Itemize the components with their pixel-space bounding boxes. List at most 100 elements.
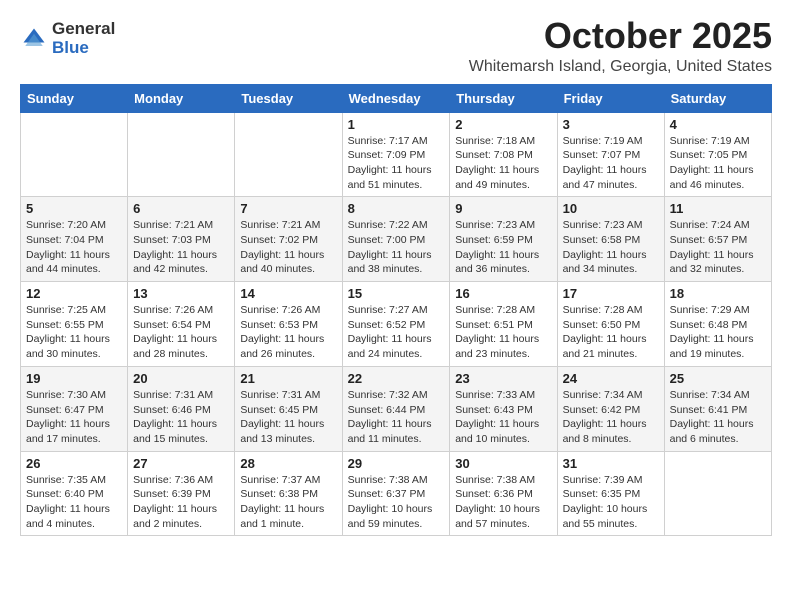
day-number: 26 <box>26 456 122 471</box>
table-row: 21 Sunrise: 7:31 AM Sunset: 6:45 PM Dayli… <box>235 366 342 451</box>
calendar-week-row: 12 Sunrise: 7:25 AM Sunset: 6:55 PM Dayli… <box>21 282 772 367</box>
header: General Blue October 2025 Whitemarsh Isl… <box>20 16 772 76</box>
table-row: 7 Sunrise: 7:21 AM Sunset: 7:02 PM Daylig… <box>235 197 342 282</box>
day-info: Sunrise: 7:37 AM Sunset: 6:38 PM Dayligh… <box>240 473 336 532</box>
logo-icon <box>20 25 48 53</box>
day-number: 25 <box>670 371 766 386</box>
day-info: Sunrise: 7:30 AM Sunset: 6:47 PM Dayligh… <box>26 388 122 447</box>
location-subtitle: Whitemarsh Island, Georgia, United State… <box>469 58 772 76</box>
day-info: Sunrise: 7:31 AM Sunset: 6:45 PM Dayligh… <box>240 388 336 447</box>
page-container: General Blue October 2025 Whitemarsh Isl… <box>0 0 792 546</box>
table-row: 16Sunrise: 7:28 AM Sunset: 6:51 PM Dayli… <box>450 282 557 367</box>
table-row: 3 Sunrise: 7:19 AM Sunset: 7:07 PM Daylig… <box>557 112 664 197</box>
day-info: Sunrise: 7:24 AM Sunset: 6:57 PM Dayligh… <box>670 218 766 277</box>
table-row: 20 Sunrise: 7:31 AM Sunset: 6:46 PM Dayli… <box>128 366 235 451</box>
day-number: 17 <box>563 286 659 301</box>
day-info: Sunrise: 7:25 AM Sunset: 6:55 PM Dayligh… <box>26 303 122 362</box>
day-number: 30 <box>455 456 551 471</box>
day-number: 18 <box>670 286 766 301</box>
day-number: 7 <box>240 201 336 216</box>
table-row: 18 Sunrise: 7:29 AM Sunset: 6:48 PM Dayli… <box>664 282 771 367</box>
header-friday: Friday <box>557 84 664 112</box>
table-row <box>664 451 771 536</box>
day-info: Sunrise: 7:32 AM Sunset: 6:44 PM Dayligh… <box>348 388 445 447</box>
table-row: 24 Sunrise: 7:34 AM Sunset: 6:42 PM Dayli… <box>557 366 664 451</box>
table-row: 5Sunrise: 7:20 AM Sunset: 7:04 PM Daylig… <box>21 197 128 282</box>
day-number: 15 <box>348 286 445 301</box>
calendar-week-row: 26 Sunrise: 7:35 AM Sunset: 6:40 PM Dayli… <box>21 451 772 536</box>
day-number: 12 <box>26 286 122 301</box>
month-title: October 2025 <box>469 16 772 56</box>
table-row <box>21 112 128 197</box>
day-info: Sunrise: 7:18 AM Sunset: 7:08 PM Dayligh… <box>455 134 551 193</box>
table-row: 22Sunrise: 7:32 AM Sunset: 6:44 PM Dayli… <box>342 366 450 451</box>
table-row: 6 Sunrise: 7:21 AM Sunset: 7:03 PM Daylig… <box>128 197 235 282</box>
logo: General Blue <box>20 20 115 57</box>
day-info: Sunrise: 7:22 AM Sunset: 7:00 PM Dayligh… <box>348 218 445 277</box>
logo-text: General Blue <box>52 20 115 57</box>
day-info: Sunrise: 7:35 AM Sunset: 6:40 PM Dayligh… <box>26 473 122 532</box>
day-number: 24 <box>563 371 659 386</box>
day-info: Sunrise: 7:34 AM Sunset: 6:42 PM Dayligh… <box>563 388 659 447</box>
day-number: 31 <box>563 456 659 471</box>
day-number: 16 <box>455 286 551 301</box>
table-row: 26 Sunrise: 7:35 AM Sunset: 6:40 PM Dayli… <box>21 451 128 536</box>
day-number: 6 <box>133 201 229 216</box>
table-row: 29 Sunrise: 7:38 AM Sunset: 6:37 PM Dayli… <box>342 451 450 536</box>
day-info: Sunrise: 7:19 AM Sunset: 7:07 PM Dayligh… <box>563 134 659 193</box>
title-block: October 2025 Whitemarsh Island, Georgia,… <box>469 16 772 76</box>
header-wednesday: Wednesday <box>342 84 450 112</box>
table-row: 2 Sunrise: 7:18 AM Sunset: 7:08 PM Daylig… <box>450 112 557 197</box>
day-info: Sunrise: 7:38 AM Sunset: 6:37 PM Dayligh… <box>348 473 445 532</box>
header-saturday: Saturday <box>664 84 771 112</box>
day-info: Sunrise: 7:38 AM Sunset: 6:36 PM Dayligh… <box>455 473 551 532</box>
day-info: Sunrise: 7:26 AM Sunset: 6:54 PM Dayligh… <box>133 303 229 362</box>
calendar-table: Sunday Monday Tuesday Wednesday Thursday… <box>20 84 772 537</box>
day-info: Sunrise: 7:27 AM Sunset: 6:52 PM Dayligh… <box>348 303 445 362</box>
day-number: 29 <box>348 456 445 471</box>
day-number: 19 <box>26 371 122 386</box>
table-row: 1Sunrise: 7:17 AM Sunset: 7:09 PM Daylig… <box>342 112 450 197</box>
day-info: Sunrise: 7:29 AM Sunset: 6:48 PM Dayligh… <box>670 303 766 362</box>
day-info: Sunrise: 7:33 AM Sunset: 6:43 PM Dayligh… <box>455 388 551 447</box>
day-info: Sunrise: 7:39 AM Sunset: 6:35 PM Dayligh… <box>563 473 659 532</box>
day-info: Sunrise: 7:34 AM Sunset: 6:41 PM Dayligh… <box>670 388 766 447</box>
table-row: 15 Sunrise: 7:27 AM Sunset: 6:52 PM Dayli… <box>342 282 450 367</box>
day-info: Sunrise: 7:21 AM Sunset: 7:03 PM Dayligh… <box>133 218 229 277</box>
table-row: 31 Sunrise: 7:39 AM Sunset: 6:35 PM Dayli… <box>557 451 664 536</box>
day-info: Sunrise: 7:19 AM Sunset: 7:05 PM Dayligh… <box>670 134 766 193</box>
day-number: 27 <box>133 456 229 471</box>
day-number: 21 <box>240 371 336 386</box>
day-info: Sunrise: 7:31 AM Sunset: 6:46 PM Dayligh… <box>133 388 229 447</box>
day-info: Sunrise: 7:21 AM Sunset: 7:02 PM Dayligh… <box>240 218 336 277</box>
day-info: Sunrise: 7:28 AM Sunset: 6:50 PM Dayligh… <box>563 303 659 362</box>
day-info: Sunrise: 7:36 AM Sunset: 6:39 PM Dayligh… <box>133 473 229 532</box>
header-thursday: Thursday <box>450 84 557 112</box>
table-row: 23 Sunrise: 7:33 AM Sunset: 6:43 PM Dayli… <box>450 366 557 451</box>
header-sunday: Sunday <box>21 84 128 112</box>
day-number: 23 <box>455 371 551 386</box>
day-number: 1 <box>348 117 445 132</box>
table-row: 9Sunrise: 7:23 AM Sunset: 6:59 PM Daylig… <box>450 197 557 282</box>
day-number: 28 <box>240 456 336 471</box>
day-number: 13 <box>133 286 229 301</box>
table-row: 12 Sunrise: 7:25 AM Sunset: 6:55 PM Dayli… <box>21 282 128 367</box>
table-row <box>235 112 342 197</box>
calendar-week-row: 5Sunrise: 7:20 AM Sunset: 7:04 PM Daylig… <box>21 197 772 282</box>
table-row: 19 Sunrise: 7:30 AM Sunset: 6:47 PM Dayli… <box>21 366 128 451</box>
day-info: Sunrise: 7:20 AM Sunset: 7:04 PM Dayligh… <box>26 218 122 277</box>
calendar-week-row: 1Sunrise: 7:17 AM Sunset: 7:09 PM Daylig… <box>21 112 772 197</box>
day-number: 3 <box>563 117 659 132</box>
logo-blue-text: Blue <box>52 39 115 58</box>
day-number: 20 <box>133 371 229 386</box>
day-number: 8 <box>348 201 445 216</box>
day-number: 2 <box>455 117 551 132</box>
day-number: 11 <box>670 201 766 216</box>
header-monday: Monday <box>128 84 235 112</box>
table-row: 30 Sunrise: 7:38 AM Sunset: 6:36 PM Dayli… <box>450 451 557 536</box>
table-row: 10Sunrise: 7:23 AM Sunset: 6:58 PM Dayli… <box>557 197 664 282</box>
calendar-header-row: Sunday Monday Tuesday Wednesday Thursday… <box>21 84 772 112</box>
calendar-week-row: 19 Sunrise: 7:30 AM Sunset: 6:47 PM Dayli… <box>21 366 772 451</box>
table-row: 25 Sunrise: 7:34 AM Sunset: 6:41 PM Dayli… <box>664 366 771 451</box>
table-row <box>128 112 235 197</box>
